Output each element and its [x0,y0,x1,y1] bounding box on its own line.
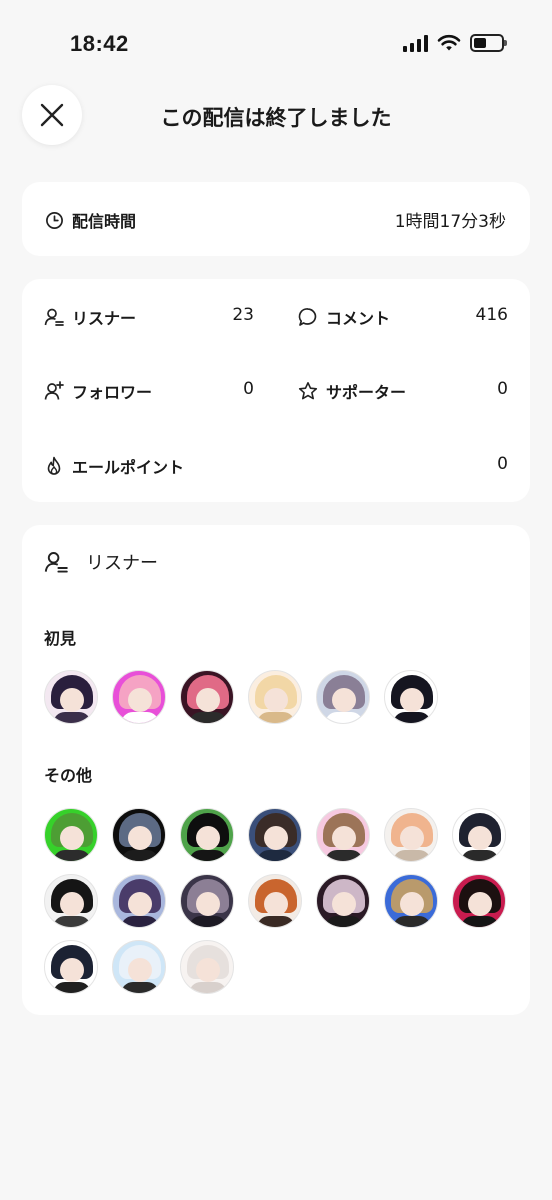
stat-followers-value: 0 [243,379,254,399]
listener-avatar[interactable] [248,670,302,724]
listener-avatar[interactable] [112,874,166,928]
listener-avatar[interactable] [248,874,302,928]
stat-followers-label: フォロワー [72,383,153,402]
stat-followers-label-row: フォロワー [44,379,152,403]
listener-avatar[interactable] [180,874,234,928]
listener-avatar[interactable] [180,940,234,994]
battery-icon [470,34,507,52]
listener-avatar[interactable] [384,874,438,928]
listeners-section-title: リスナー [86,553,158,574]
listener-avatar[interactable] [180,670,234,724]
listener-avatar[interactable] [112,670,166,724]
stat-cheer-points-value: 0 [497,454,508,474]
stat-listeners-label-row: リスナー [44,305,136,329]
listener-avatar[interactable] [452,808,506,862]
duration-card: 配信時間 1時間17分3秒 [22,182,530,256]
stat-supporters-value: 0 [497,379,508,399]
listener-avatar[interactable] [44,940,98,994]
listener-avatar[interactable] [316,670,370,724]
duration-value: 1時間17分3秒 [394,212,506,232]
stat-supporters-label: サポーター [326,383,407,402]
comment-icon [298,307,318,327]
star-icon [298,381,318,401]
listener-avatar[interactable] [452,874,506,928]
listener-avatar[interactable] [44,874,98,928]
stat-comments-value: 416 [475,305,508,325]
stat-listeners-value: 23 [232,305,254,325]
flame-icon [44,456,64,476]
stat-comments-label: コメント [326,309,391,328]
listeners-card: リスナー 初見 その他 [22,525,530,1015]
listener-avatar[interactable] [44,808,98,862]
listener-avatar[interactable] [384,670,438,724]
listener-avatar[interactable] [316,874,370,928]
clock-icon [44,210,64,230]
stat-cheer-points-label-row: エールポイント [44,454,184,478]
user-plus-icon [44,381,64,401]
user-list-icon [44,550,68,574]
others-label: その他 [44,766,93,785]
listener-avatar[interactable] [316,808,370,862]
duration-label-row: 配信時間 [44,208,136,232]
user-list-icon [44,307,64,327]
listener-avatar[interactable] [112,940,166,994]
wifi-icon [437,34,461,51]
stat-cheer-points-label: エールポイント [72,458,185,477]
listeners-section-header: リスナー [44,549,158,575]
listener-avatar[interactable] [44,670,98,724]
listener-avatar[interactable] [112,808,166,862]
listener-avatar[interactable] [384,808,438,862]
listener-avatar[interactable] [248,808,302,862]
stats-card: リスナー 23 コメント 416 フォロワー 0 サポーター 0 エールポイント… [22,279,530,502]
stat-listeners-label: リスナー [72,309,137,328]
stat-supporters-label-row: サポーター [298,379,406,403]
page-title: この配信は終了しました [160,106,392,130]
status-bar: 18:42 [0,0,552,90]
listener-avatar[interactable] [180,808,234,862]
status-time: 18:42 [70,31,129,56]
stat-comments-label-row: コメント [298,305,390,329]
first-time-label: 初見 [44,629,77,648]
duration-label: 配信時間 [72,212,137,231]
status-icons [403,34,507,52]
cellular-signal-icon [403,34,428,52]
